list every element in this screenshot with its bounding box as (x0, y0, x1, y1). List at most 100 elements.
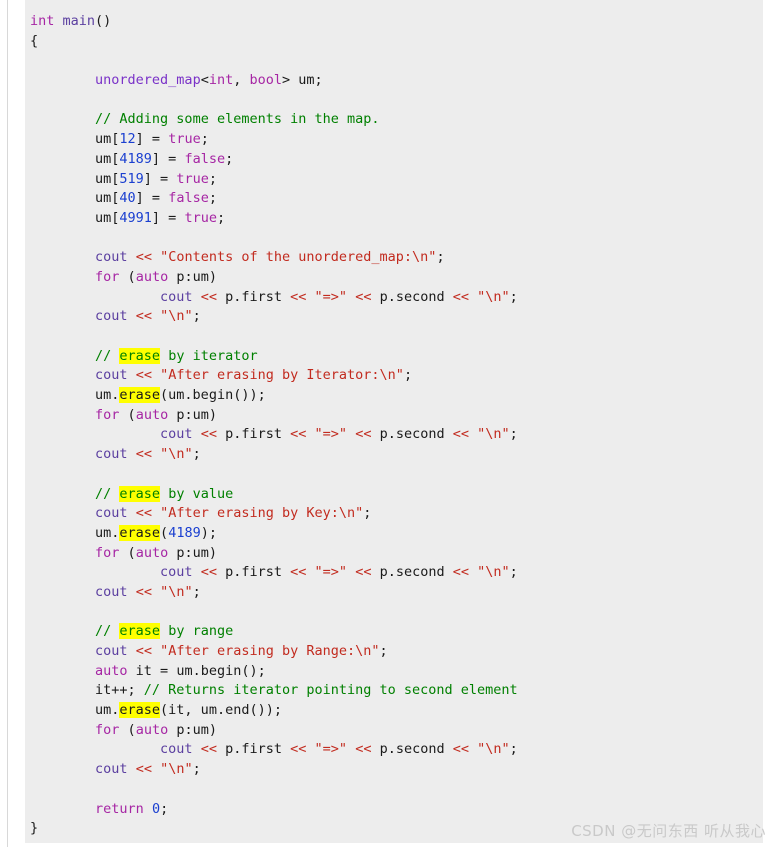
csdn-watermark: CSDN @无问东西 听从我心 (571, 822, 766, 840)
code-token: ] = (135, 131, 169, 148)
code-token: main (62, 13, 96, 29)
keyword: auto (135, 721, 169, 738)
code-token: ; (192, 761, 201, 778)
string-literal: "=>" (314, 288, 348, 305)
code-line: um.erase(um.begin()); (30, 386, 763, 406)
code-token: << (135, 367, 152, 384)
code-token: ; (379, 643, 388, 659)
keyword: return (95, 800, 144, 817)
code-token: p:um) (168, 406, 217, 423)
code-token: << (355, 288, 372, 305)
code-line: ​ (30, 780, 763, 800)
code-token: << (135, 643, 152, 659)
string-literal: "\n" (477, 741, 510, 758)
code-line: // Adding some elements in the map. (30, 110, 763, 130)
code-comment: // Adding some elements in the map. (95, 111, 380, 128)
code-token: << (135, 249, 152, 266)
code-token: um[ (30, 150, 120, 167)
code-token: ; (509, 288, 518, 305)
code-token: um[ (30, 131, 120, 148)
code-token: um[ (30, 209, 120, 226)
code-token: um[ (30, 190, 120, 207)
string-literal: "\n" (160, 308, 193, 325)
code-line: auto it = um.begin(); (30, 662, 763, 682)
code-line: ​ (30, 91, 763, 111)
code-token: um. (30, 524, 120, 541)
code-token: << (135, 446, 152, 463)
code-token: ; (509, 741, 518, 758)
string-literal: "After erasing by Iterator:\n" (160, 367, 404, 384)
highlighted-term: erase (119, 702, 161, 719)
code-line: ​ (30, 327, 763, 347)
code-token: << (135, 583, 152, 600)
code-token: << (290, 426, 307, 443)
highlighted-term: erase (119, 623, 161, 640)
code-line: cout << "\n"; (30, 307, 763, 327)
code-line: unordered_map<int, bool> um; (30, 71, 763, 91)
code-token: ; (192, 583, 201, 600)
code-line: { (30, 32, 763, 52)
code-comment: // (95, 623, 120, 640)
code-line: return 0; (30, 800, 763, 820)
code-line: um[4189] = false; (30, 150, 763, 170)
keyword: true (184, 209, 217, 226)
code-token: it++; (30, 682, 144, 699)
highlighted-term: erase (119, 347, 161, 364)
code-line: um[519] = true; (30, 170, 763, 190)
code-token: (um.begin()); (160, 387, 266, 404)
code-token: cout (95, 367, 128, 384)
code-line: it++; // Returns iterator pointing to se… (30, 681, 763, 701)
code-token: << (452, 426, 469, 443)
keyword: int (208, 72, 234, 89)
code-token: ; (160, 800, 169, 817)
code-line: um.erase(it, um.end()); (30, 701, 763, 721)
code-comment: // Returns iterator pointing to second e… (143, 682, 518, 699)
code-line: um[12] = true; (30, 130, 763, 150)
code-line: cout << "After erasing by Key:\n"; (30, 504, 763, 524)
code-line: ​ (30, 465, 763, 485)
code-line: // erase by range (30, 622, 763, 642)
code-token: p.first (216, 741, 291, 758)
keyword: for (95, 721, 120, 738)
code-token: ; (200, 131, 209, 148)
code-line: for (auto p:um) (30, 544, 763, 564)
code-line: cout << p.first << "=>" << p.second << "… (30, 288, 763, 308)
keyword: bool (249, 72, 283, 89)
code-token: cout (95, 446, 128, 463)
code-token: cout (95, 505, 128, 522)
code-token: ; (363, 505, 372, 522)
code-token: um. (30, 702, 120, 719)
code-comment: // (95, 485, 120, 502)
code-line: // erase by iterator (30, 347, 763, 367)
code-comment: by iterator (160, 347, 258, 364)
code-token: cout (95, 583, 128, 600)
keyword: auto (135, 406, 169, 423)
string-literal: "After erasing by Range:\n" (160, 643, 380, 659)
code-line: ​ (30, 229, 763, 249)
